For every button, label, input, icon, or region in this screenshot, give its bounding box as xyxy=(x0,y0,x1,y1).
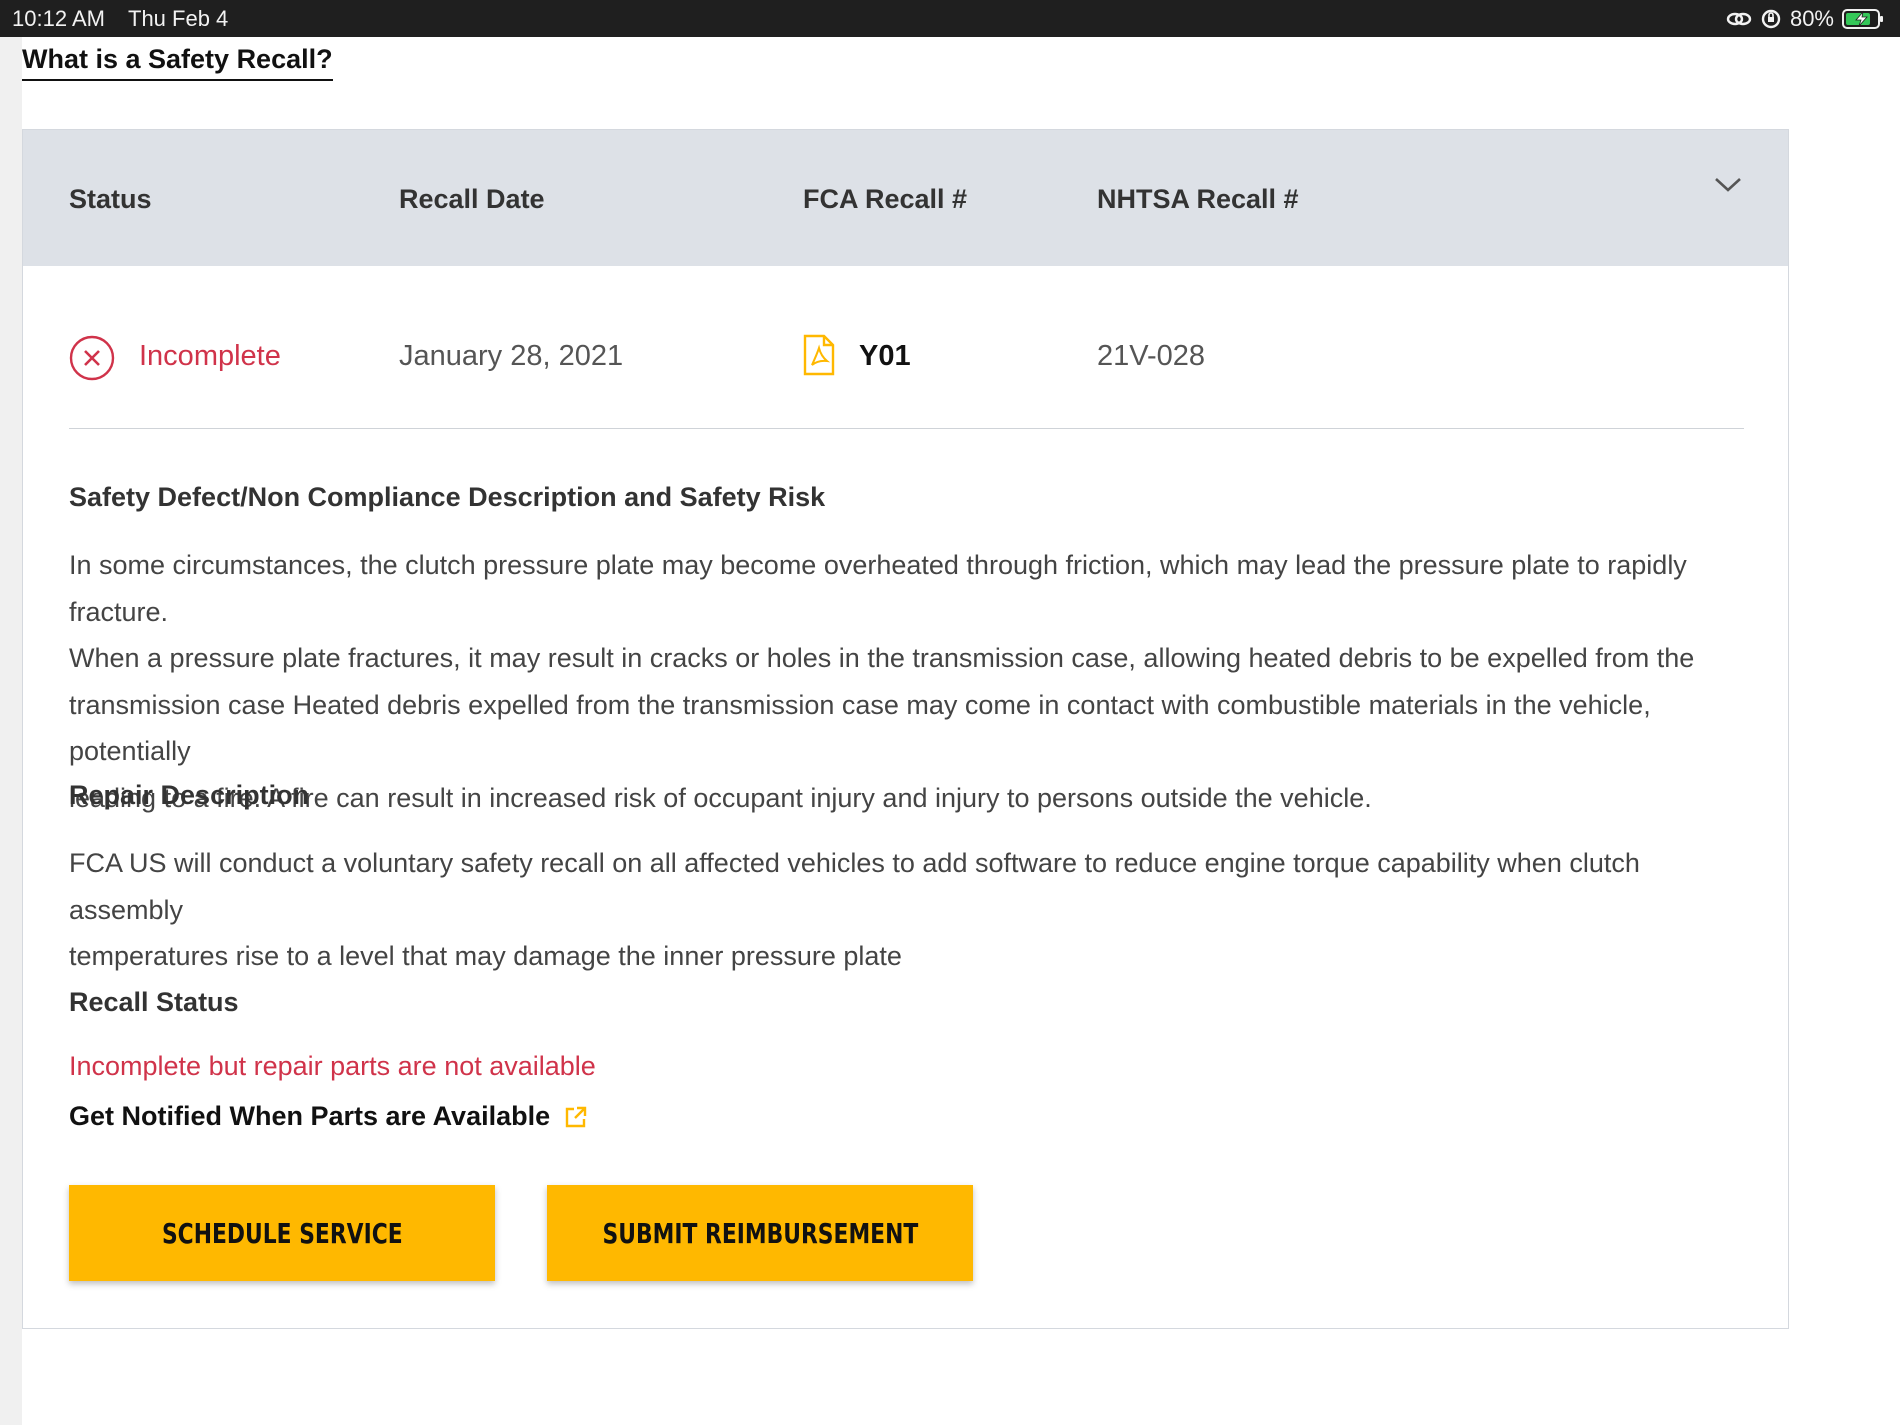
defect-description: In some circumstances, the clutch pressu… xyxy=(69,542,1759,821)
header-status: Status xyxy=(69,184,152,214)
status-time: 10:12 AM xyxy=(12,6,105,31)
link-icon xyxy=(1726,12,1752,25)
defect-heading: Safety Defect/Non Compliance Description… xyxy=(69,482,826,512)
header-nhtsa-recall: NHTSA Recall # xyxy=(1097,184,1299,214)
defect-line: In some circumstances, the clutch pressu… xyxy=(69,550,1687,627)
incomplete-x-icon xyxy=(69,335,115,381)
rotation-lock-icon xyxy=(1761,9,1781,28)
left-edge-strip xyxy=(0,37,22,1425)
repair-line: FCA US will conduct a voluntary safety r… xyxy=(69,848,1640,925)
row-status: Incomplete xyxy=(139,340,281,372)
status-indicators: 80% xyxy=(1726,0,1886,37)
defect-line: leading to a fire. A fire can result in … xyxy=(69,782,1372,813)
battery-percent: 80% xyxy=(1789,6,1834,31)
row-fca-recall[interactable]: Y01 xyxy=(859,338,911,374)
external-link-icon xyxy=(565,1106,587,1127)
schedule-service-button[interactable]: SCHEDULE SERVICE xyxy=(69,1185,495,1281)
recall-card: Status Recall Date FCA Recall # NHTSA Re… xyxy=(22,129,1789,1329)
safety-recall-info-link[interactable]: What is a Safety Recall? xyxy=(22,44,333,81)
repair-description: FCA US will conduct a voluntary safety r… xyxy=(69,840,1759,980)
repair-line: temperatures rise to a level that may da… xyxy=(69,941,902,971)
pdf-file-icon[interactable] xyxy=(803,334,835,376)
recall-status-heading: Recall Status xyxy=(69,987,239,1017)
recall-status-text: Incomplete but repair parts are not avai… xyxy=(69,1051,596,1081)
get-notified-link[interactable]: Get Notified When Parts are Available xyxy=(69,1101,588,1132)
ios-status-bar: 10:12 AM Thu Feb 4 80% xyxy=(0,0,1900,37)
row-recall-date: January 28, 2021 xyxy=(399,340,624,372)
header-recall-date: Recall Date xyxy=(399,184,545,214)
schedule-service-label: SCHEDULE SERVICE xyxy=(161,1216,403,1250)
submit-reimbursement-label: SUBMIT REIMBURSEMENT xyxy=(602,1216,918,1250)
row-nhtsa-recall: 21V-028 xyxy=(1097,340,1206,372)
header-fca-recall: FCA Recall # xyxy=(803,184,968,214)
submit-reimbursement-button[interactable]: SUBMIT REIMBURSEMENT xyxy=(547,1185,973,1281)
chevron-down-icon[interactable] xyxy=(1714,176,1742,194)
row-divider xyxy=(69,428,1744,429)
battery-charging-icon xyxy=(1842,8,1883,29)
defect-line: When a pressure plate fractures, it may … xyxy=(69,643,1695,673)
status-date: Thu Feb 4 xyxy=(128,6,229,31)
get-notified-label: Get Notified When Parts are Available xyxy=(69,1101,551,1131)
repair-heading: Repair Description xyxy=(69,780,310,810)
recall-table-header[interactable]: Status Recall Date FCA Recall # NHTSA Re… xyxy=(23,130,1788,266)
defect-line: transmission case Heated debris expelled… xyxy=(69,689,1651,767)
